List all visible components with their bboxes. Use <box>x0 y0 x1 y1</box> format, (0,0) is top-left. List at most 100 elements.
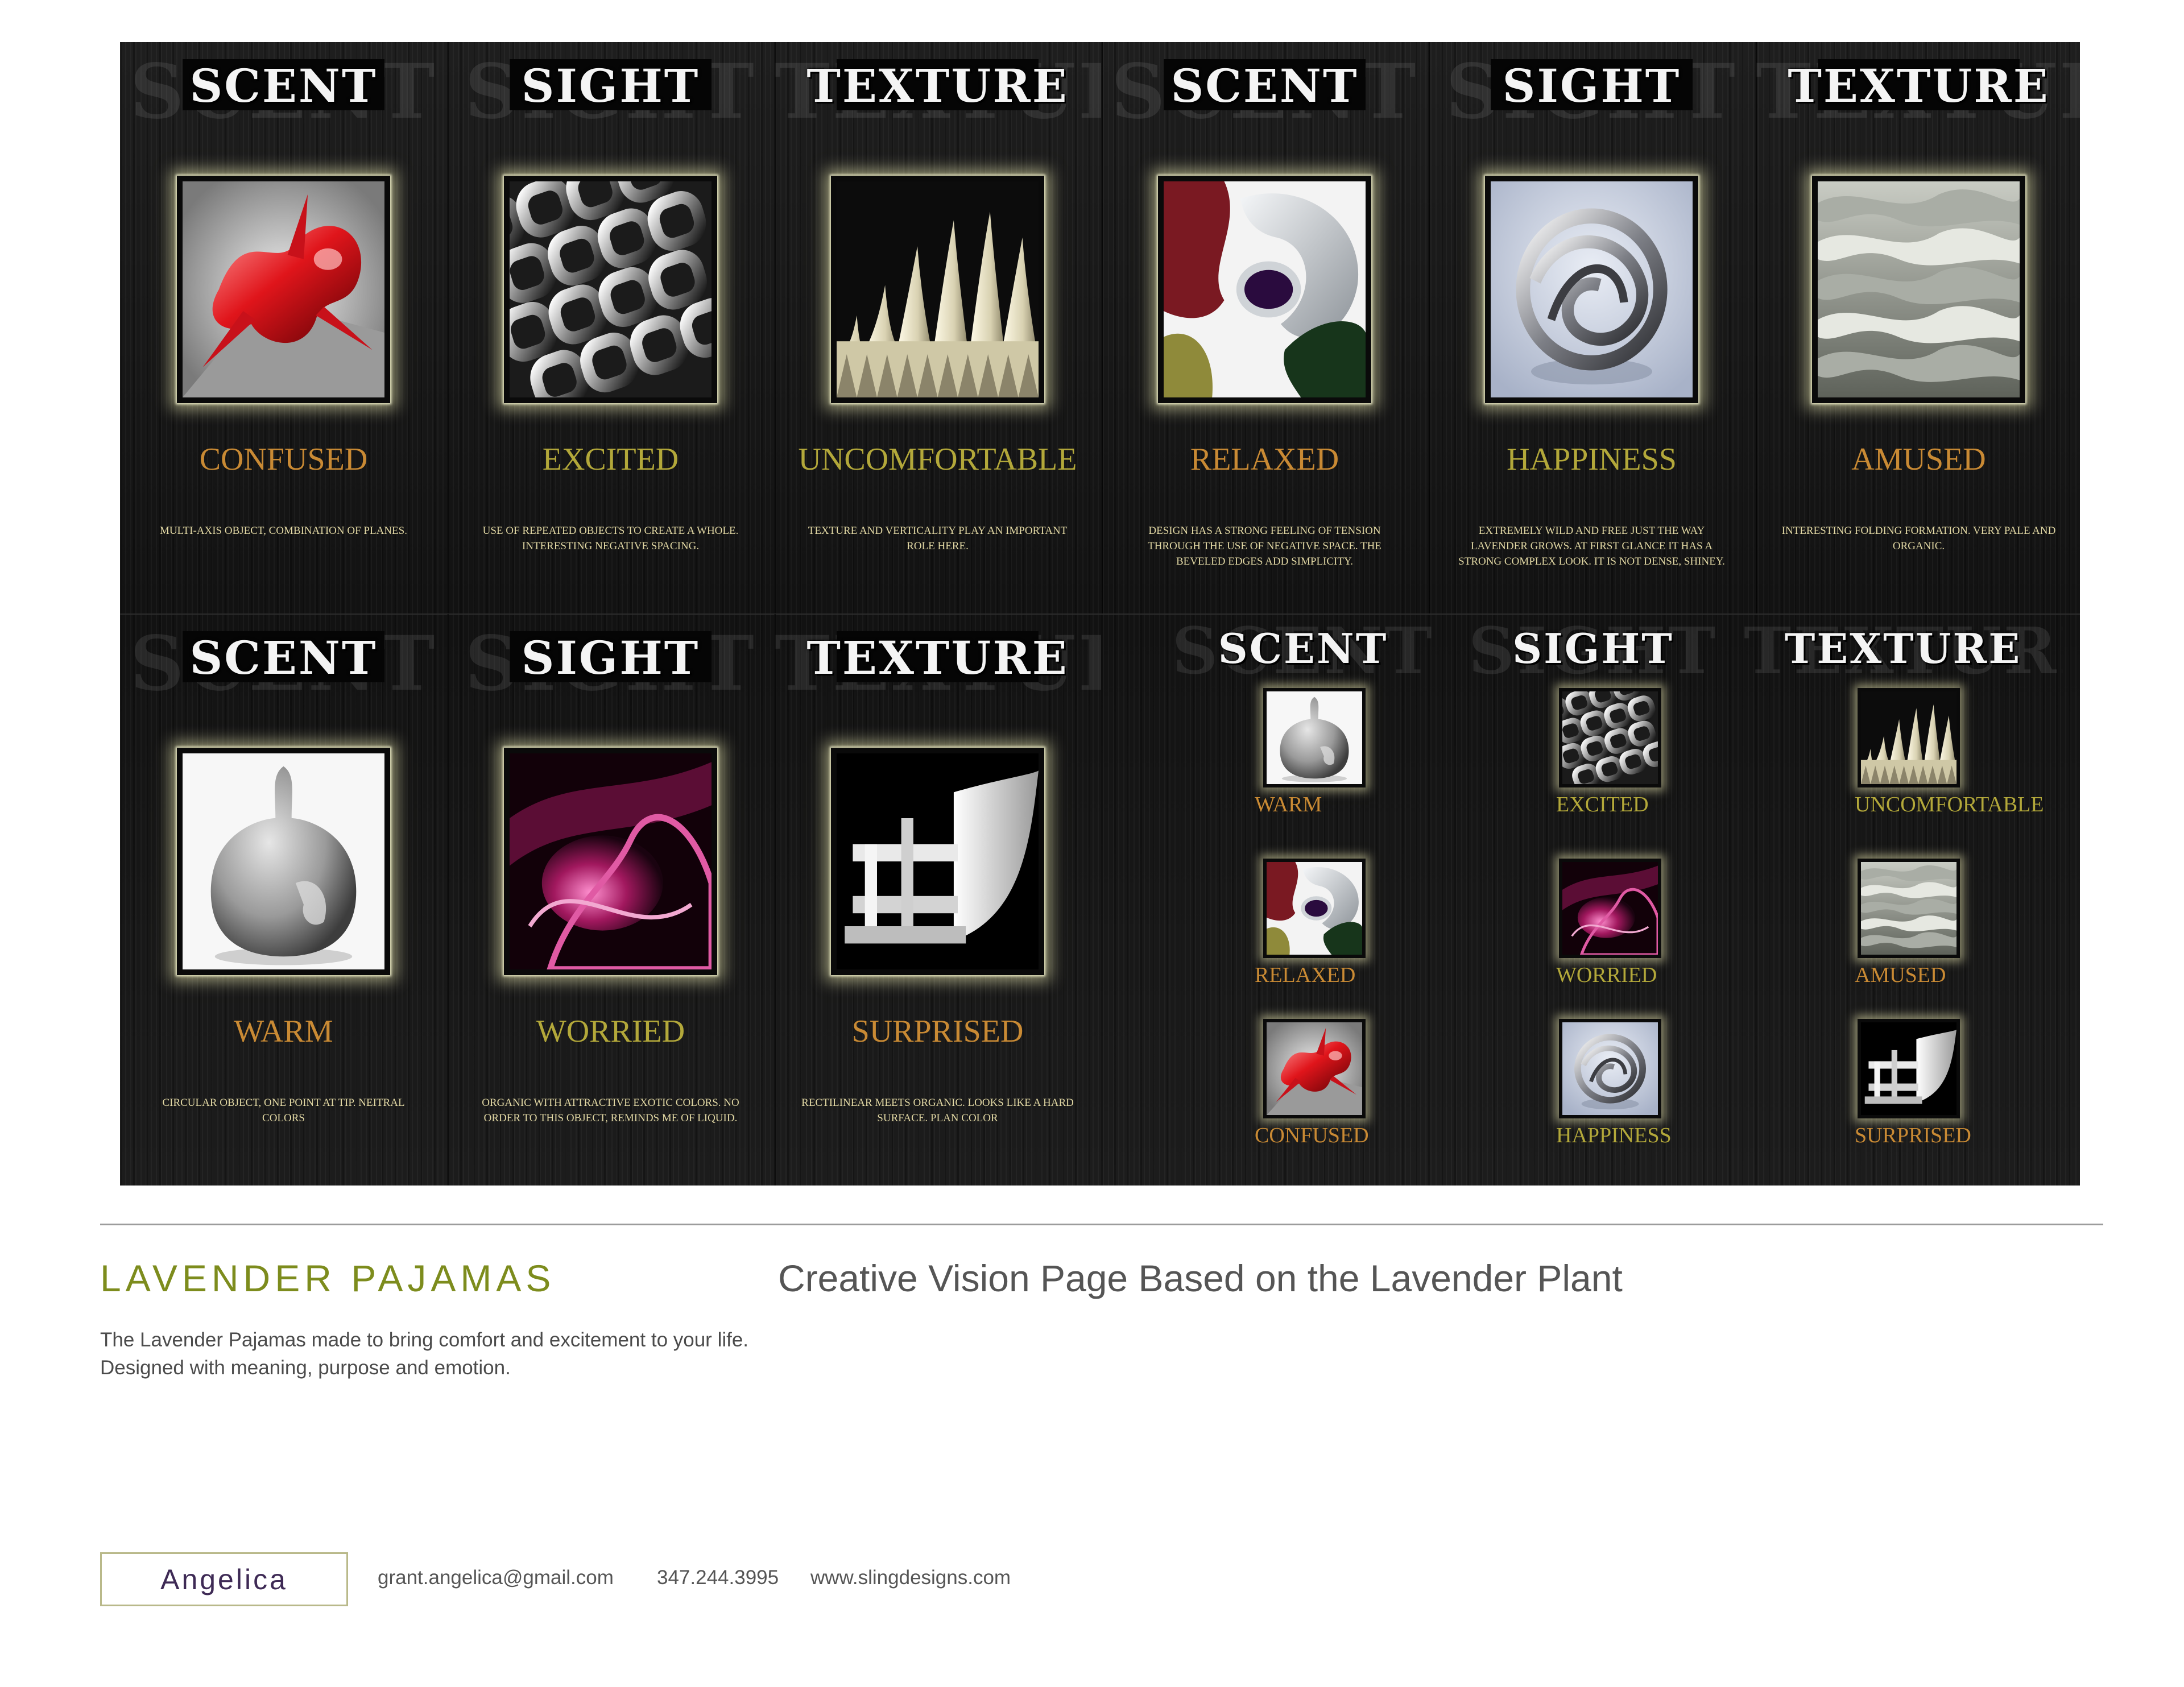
thumbnail-label: RELAXED <box>1255 963 1356 987</box>
glossy-curves-sculpture-image <box>1164 181 1366 397</box>
ivory-spikes-sculpture-image <box>1861 691 1956 784</box>
panel-separator <box>1428 42 1430 614</box>
thumbnail-label: EXCITED <box>1556 793 1649 816</box>
bottom-row-panel-sight: SIGHTSIGHT WORRIEDORGANIC WITH ATTRACTIV… <box>447 614 774 1186</box>
description-text: DESIGN HAS A STRONG FEELING OF TENSION T… <box>1148 525 1381 567</box>
bottom-row-panel-texture: TEXTURETEXTURE SURPRISEDRECTILINEAR MEET… <box>774 614 1101 1186</box>
thumbnail-frame <box>1858 859 1960 958</box>
thumbnail-frame <box>1263 688 1366 787</box>
category-title: TEXTURE <box>806 59 1069 113</box>
category-title: SIGHT <box>1502 59 1681 113</box>
category-title: SCENT <box>1170 59 1359 113</box>
category-title: TEXTURE <box>806 631 1069 685</box>
category-title: TEXTURE <box>1788 59 2050 113</box>
panel-separator <box>447 614 449 1186</box>
emotion-label: SURPRISED <box>851 1014 1024 1049</box>
chrome-lattice-sculpture-image <box>1562 691 1658 784</box>
emotion-label: HAPPINESS <box>1507 442 1677 477</box>
bottom-row-panel-scent: SCENTSCENT WARMCIRCULAR OBJECT, ONE POIN… <box>120 614 447 1186</box>
thumbnail-label: AMUSED <box>1855 963 1946 987</box>
red-abstract-sculpture-image <box>183 181 384 397</box>
thumbnail-frame <box>1559 1019 1661 1118</box>
description-text: RECTILINEAR MEETS ORGANIC. LOOKS LIKE A … <box>801 1097 1074 1124</box>
category-title: SIGHT <box>1512 624 1674 673</box>
summary-column-sight: SIGHT SIGHT EXCITED WORRIED HAPPINESS <box>1434 614 1752 1186</box>
thumbnail-label: UNCOMFORTABLE <box>1855 793 2044 816</box>
description-text: USE OF REPEATED OBJECTS TO CREATE A WHOL… <box>482 525 739 552</box>
artwork-frame <box>831 748 1044 975</box>
description-text: MULTI-AXIS OBJECT, COMBINATION OF PLANES… <box>160 525 407 537</box>
category-title: SCENT <box>189 59 378 113</box>
pale-folds-sculpture-image <box>1861 862 1956 955</box>
ivory-spikes-sculpture-image <box>837 181 1039 397</box>
description-text: CIRCULAR OBJECT, ONE POINT AT TIP. NEITR… <box>162 1097 405 1124</box>
thumbnail-label: WARM <box>1255 793 1322 816</box>
chrome-sphere-sculpture-image <box>1491 181 1693 397</box>
emotion-label: CONFUSED <box>199 442 368 477</box>
category-title: TEXTURE <box>1784 624 2022 673</box>
pink-liquid-sculpture-image <box>1562 862 1658 955</box>
glossy-curves-sculpture-image <box>1267 862 1362 955</box>
thumbnail-frame <box>1858 688 1960 787</box>
top-row-panel-sight: SIGHTSIGHT EXCITEDUSE OF REPEATED OBJECT… <box>447 42 774 614</box>
artwork-frame <box>177 176 390 403</box>
white-shelf-sculpture-image <box>1861 1022 1956 1115</box>
pink-liquid-sculpture-image <box>510 753 712 969</box>
top-row-panel-scent: SCENTSCENT RELAXEDDESIGN HAS A STRONG FE… <box>1101 42 1428 614</box>
emotion-label: EXCITED <box>542 442 679 477</box>
stone-gourd-sculpture-image <box>1267 691 1362 784</box>
designer-name: Angelica <box>160 1563 288 1595</box>
footer-rule <box>100 1224 2103 1225</box>
description-text: TEXTURE AND VERTICALITY PLAY AN IMPORTAN… <box>808 525 1068 552</box>
summary-column-scent: SCENT SCENT WARM RELAXED CONFUSED <box>1144 614 1462 1186</box>
contact-website[interactable]: www.slingdesigns.com <box>810 1566 1011 1589</box>
artwork-frame <box>1158 176 1371 403</box>
thumbnail-label: WORRIED <box>1556 963 1657 987</box>
contact-email[interactable]: grant.angelica@gmail.com <box>378 1566 614 1589</box>
emotion-label: RELAXED <box>1190 442 1339 477</box>
category-title: SIGHT <box>521 631 700 685</box>
top-row-panel-sight: SIGHTSIGHT HAPPINESSEXTREMELY WILD AND F… <box>1428 42 1755 614</box>
artwork-frame <box>177 748 390 975</box>
contact-phone: 347.244.3995 <box>657 1566 779 1589</box>
artwork-frame <box>504 748 717 975</box>
category-title: SCENT <box>1218 624 1388 673</box>
project-description: The Lavender Pajamas made to bring comfo… <box>100 1329 749 1379</box>
project-title: LAVENDER PAJAMAS <box>100 1257 556 1299</box>
designer-name-box: Angelica <box>100 1552 348 1606</box>
thumbnail-frame <box>1263 859 1366 958</box>
artwork-frame <box>831 176 1044 403</box>
mood-board: SCENT SCENT CONFUSED MULTI-AXIS OBJECT, CO… <box>120 42 2080 1186</box>
summary-column-texture: TEXTURETEXTURE UNCOMFORTABLE AMUSED SURP… <box>1744 614 2062 1186</box>
thumbnail-label: SURPRISED <box>1855 1124 1971 1147</box>
emotion-label: WARM <box>234 1014 333 1049</box>
artwork-frame <box>1485 176 1698 403</box>
pale-folds-sculpture-image <box>1818 181 2020 397</box>
top-row-panel-texture: TEXTURETEXTURE AMUSEDINTERESTING FOLDING… <box>1755 42 2080 614</box>
panel-separator <box>447 42 449 614</box>
stone-gourd-sculpture-image <box>183 753 384 969</box>
thumbnail-frame <box>1858 1019 1960 1118</box>
artwork-frame <box>504 176 717 403</box>
thumbnail-label: HAPPINESS <box>1556 1124 1672 1147</box>
category-title: SIGHT <box>521 59 700 113</box>
artwork-frame <box>1812 176 2025 403</box>
emotion-label: UNCOMFORTABLE <box>798 442 1077 477</box>
white-shelf-sculpture-image <box>837 753 1039 969</box>
emotion-label: WORRIED <box>536 1014 685 1049</box>
thumbnail-frame <box>1559 859 1661 958</box>
panel-separator <box>1101 42 1103 614</box>
top-row-panel-scent: SCENTSCENT CONFUSEDMULTI-AXIS OBJECT, CO… <box>120 42 447 614</box>
top-row-panel-texture: TEXTURETEXTURE UNCOMFORTABLETEXTURE AND … <box>774 42 1101 614</box>
chrome-sphere-sculpture-image <box>1562 1022 1658 1115</box>
chrome-lattice-sculpture-image <box>510 181 712 397</box>
panel-separator <box>1755 42 1757 614</box>
panel-separator <box>774 614 776 1186</box>
thumbnail-frame <box>1559 688 1661 787</box>
vision-title: Creative Vision Page Based on the Lavend… <box>778 1257 1623 1299</box>
thumbnail-label: CONFUSED <box>1255 1124 1369 1147</box>
red-abstract-sculpture-image <box>1267 1022 1362 1115</box>
description-text: INTERESTING FOLDING FORMATION. VERY PALE… <box>1781 525 2056 552</box>
panel-separator <box>774 42 776 614</box>
description-text: EXTREMELY WILD AND FREE JUST THE WAY LAV… <box>1458 525 1725 567</box>
